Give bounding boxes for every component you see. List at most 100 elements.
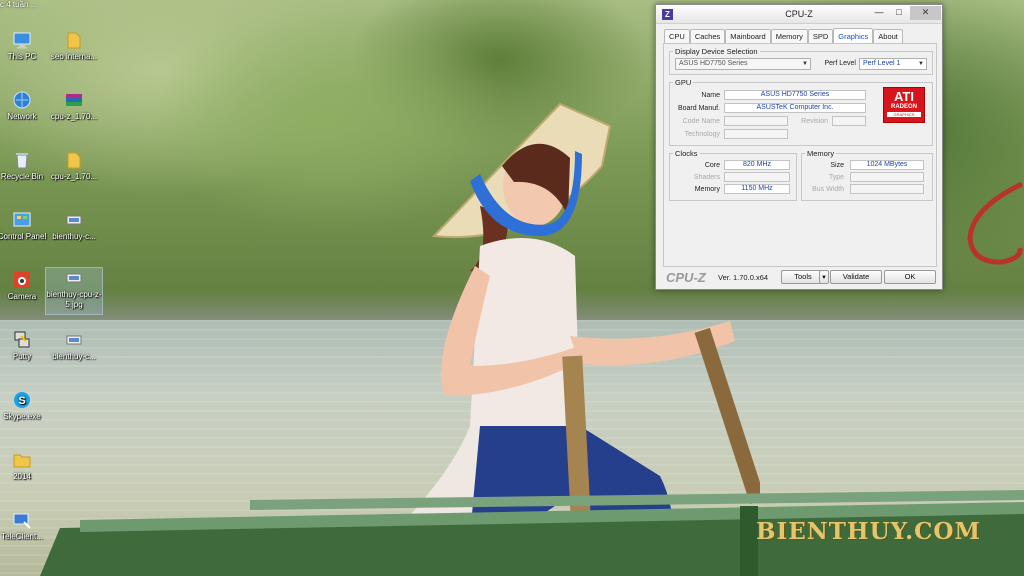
tab-memory[interactable]: Memory: [770, 29, 808, 43]
group-legend: Clocks: [675, 149, 698, 158]
desktop-icon-cpuz-folder[interactable]: cpu-z_1.70...: [46, 150, 102, 182]
minimize-button[interactable]: —: [870, 6, 888, 20]
bus-width-label: Bus Width: [812, 186, 844, 193]
display-device-value: ASUS HD7750 Series: [679, 60, 748, 67]
desktop-icon-label: This PC: [7, 52, 37, 61]
tab-caches[interactable]: Caches: [689, 29, 726, 43]
tab-bar: CPU Caches Mainboard Memory SPD Graphics…: [664, 28, 903, 43]
radeon-logo-text: RADEON: [890, 104, 917, 110]
version-label: Ver. 1.70.0.x64: [718, 273, 769, 282]
group-legend: Memory: [807, 149, 835, 158]
board-manuf-value: ASUSTeK Computer Inc.: [724, 103, 866, 113]
desktop-icon-label: cpu-z_1.70...: [50, 172, 98, 181]
wallpaper-watermark: BIENTHUY.COM: [756, 518, 981, 545]
desktop-icon-label: bienthuy-c...: [52, 232, 96, 241]
svg-text:S: S: [18, 395, 25, 407]
image-file-icon: [66, 335, 82, 345]
bus-width-value: [850, 184, 924, 194]
desktop-icon-label: Skype.exe: [3, 412, 41, 421]
ati-radeon-logo: ATI RADEON GRAPHICS: [883, 87, 925, 123]
desktop-icon-label: Recycle Bin: [0, 172, 44, 181]
desktop-icon-bienthuy-image-3[interactable]: bienthuy-c...: [46, 330, 102, 362]
tab-spd[interactable]: SPD: [807, 29, 834, 43]
skype-icon: S: [14, 392, 30, 408]
chevron-down-icon: ▼: [821, 275, 827, 281]
chevron-down-icon: ▼: [918, 61, 924, 67]
window-titlebar[interactable]: Z CPU-Z — □ ✕: [656, 5, 942, 24]
desktop-icon-bienthuy-image-2[interactable]: bienthuy-cpu-z-5.jpg: [45, 267, 103, 315]
perf-level-value: Perf Level 1: [863, 60, 901, 67]
graphics-panel: Display Device Selection ASUS HD7750 Ser…: [663, 43, 937, 267]
board-manuf-label: Board Manuf.: [677, 105, 720, 112]
shaders-clock-label: Shaders: [693, 174, 720, 181]
revision-value: [832, 116, 866, 126]
revision-label: Revision: [801, 118, 828, 125]
perf-level-select[interactable]: Perf Level 1 ▼: [859, 58, 927, 70]
gpu-name-label: Name: [701, 92, 720, 99]
ok-button[interactable]: OK: [884, 270, 936, 284]
core-clock-label: Core: [704, 162, 720, 169]
camera-icon: [14, 272, 30, 288]
desktop-icon-recycle-bin[interactable]: Recycle Bin: [0, 150, 50, 182]
desktop-icon-label: bienthuy-cpu-z-5.jpg: [46, 290, 102, 309]
maximize-button[interactable]: □: [890, 6, 908, 20]
display-device-select[interactable]: ASUS HD7750 Series ▼: [675, 58, 811, 70]
shaders-clock-value: [724, 172, 790, 182]
tab-mainboard[interactable]: Mainboard: [725, 29, 771, 43]
desktop-icon-control-panel[interactable]: Control Panel: [0, 210, 50, 242]
group-legend: GPU: [675, 78, 692, 87]
group-legend: Display Device Selection: [675, 47, 758, 56]
wallpaper-decoration-swirl: [967, 181, 1024, 265]
desktop-icon-2014[interactable]: 2014: [0, 450, 50, 482]
desktop-icon-label: Putty: [12, 352, 32, 361]
image-file-icon: [66, 215, 82, 225]
desktop-icon-this-pc[interactable]: This PC: [0, 30, 50, 62]
tab-about[interactable]: About: [873, 29, 903, 43]
network-icon: [13, 91, 31, 109]
desktop-icon-label: seo interna...: [50, 52, 98, 61]
this-pc-icon: [13, 32, 31, 49]
code-name-value: [724, 116, 788, 126]
memory-clock-label: Memory: [694, 186, 720, 193]
image-file-icon: [66, 273, 82, 283]
tools-dropdown-button[interactable]: ▼: [819, 270, 829, 284]
recycle-bin-icon: [16, 153, 28, 169]
desktop-icon-teleclient[interactable]: TeleClient...: [0, 510, 50, 542]
desktop-icon-cpuz-archive[interactable]: cpu-z_1.70...: [46, 90, 102, 122]
memory-type-value: [850, 172, 924, 182]
memory-size-label: Size: [830, 162, 844, 169]
tab-graphics[interactable]: Graphics: [833, 28, 874, 43]
desktop-icon-camera[interactable]: Camera: [0, 270, 50, 302]
teleclient-icon: [13, 513, 31, 529]
tab-cpu[interactable]: CPU: [664, 29, 690, 43]
technology-value: [724, 129, 788, 139]
desktop-icon-putty[interactable]: Putty: [0, 330, 50, 362]
ati-logo-text: ATI: [894, 89, 914, 104]
desktop-icon-label: Control Panel: [0, 232, 47, 241]
memory-size-value: 1024 MBytes: [850, 160, 924, 170]
technology-label: Technology: [684, 131, 720, 138]
close-button[interactable]: ✕: [910, 6, 941, 20]
winrar-archive-icon: [66, 94, 82, 106]
desktop-icon-label: 2014: [13, 472, 31, 481]
desktop-icon-skype[interactable]: S Skype.exe: [0, 390, 50, 422]
folder-icon: [67, 152, 81, 169]
desktop-icon-label: cpu-z_1.70...: [50, 112, 98, 121]
desktop-icon-label: TeleClient...: [1, 532, 43, 541]
gpu-name-value: ASUS HD7750 Series: [724, 90, 866, 100]
perf-level-label: Perf Level: [824, 60, 856, 67]
folder-icon: [67, 32, 81, 49]
validate-button[interactable]: Validate: [830, 270, 882, 284]
desktop-icon-network[interactable]: Network: [0, 90, 50, 122]
core-clock-value: 820 MHz: [724, 160, 790, 170]
chevron-down-icon: ▼: [802, 61, 808, 67]
desktop-icon-seo-folder[interactable]: seo interna...: [46, 30, 102, 62]
desktop-icon-bienthuy-image-1[interactable]: bienthuy-c...: [46, 210, 102, 242]
desktop-icon-label: Camera: [7, 292, 37, 301]
memory-type-label: Type: [828, 174, 844, 181]
desktop-clipped-label: c 4 tuần ...: [0, 0, 38, 9]
control-panel-icon: [13, 212, 31, 227]
putty-icon: [14, 331, 30, 348]
desktop-icon-label: bienthuy-c...: [52, 352, 96, 361]
memory-clock-value: 1150 MHz: [724, 184, 790, 194]
